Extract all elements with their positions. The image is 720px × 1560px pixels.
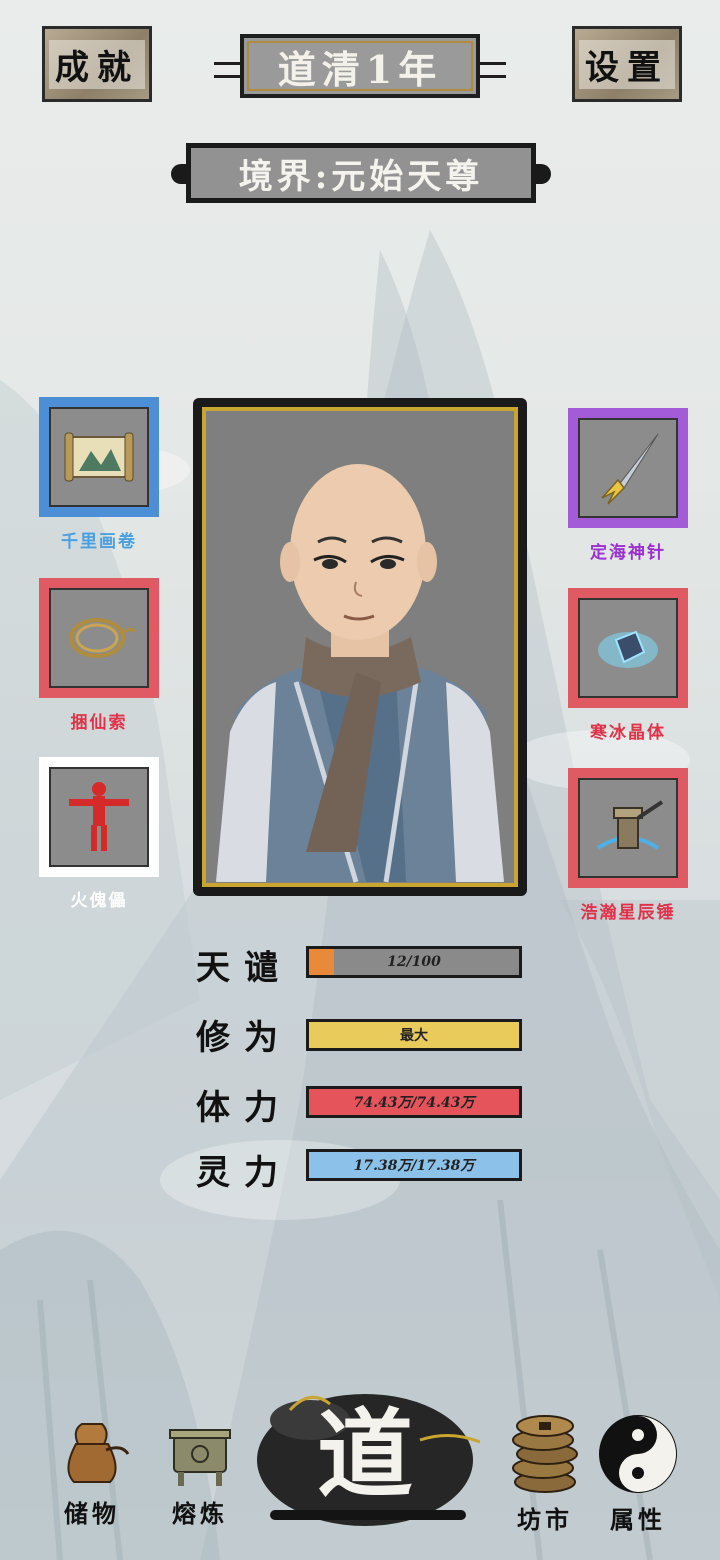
stat-bar-stamina: 74.43万/74.43万 [306,1086,522,1118]
coins-stack-icon [512,1415,578,1493]
realm-banner: 境界:元始天尊 [171,143,551,203]
character-portrait [202,407,518,887]
nav-market-label: 坊市 [517,1505,573,1534]
stat-name-stamina: 体力 [196,1088,292,1128]
equip-name-left-3: 火傀儡 [70,891,128,911]
year-banner: 道清1年 [214,34,506,98]
banner-right-ornament [476,62,506,78]
achievements-label: 成就 [49,39,145,89]
equip-name-left-2: 捆仙索 [70,713,128,733]
nav-market[interactable]: 坊市 [495,1408,595,1535]
settings-label: 设置 [579,39,675,89]
cauldron-icon [169,1429,231,1486]
equip-slot-left-3[interactable] [39,757,159,877]
equip-slot-left-1-inner [49,407,149,507]
equip-slot-left-2-inner [49,588,149,688]
monk-character-illustration [216,464,504,883]
nav-center-dao[interactable]: 道 [250,1380,481,1530]
fire-puppet-icon [69,782,129,851]
equip-slot-left-1[interactable] [39,397,159,517]
settings-button[interactable]: 设置 [572,26,682,102]
character-portrait-frame[interactable] [193,398,527,896]
equip-slot-right-2-inner [578,598,678,698]
stat-name-spirit: 灵力 [196,1153,292,1193]
game-screen: 成就 设置 道清1年 境界:元始天尊 千里画卷 捆仙索 火傀儡 定海神针 寒冰晶… [0,0,720,1560]
banner-left-ornament [214,62,244,78]
equip-slot-left-2[interactable] [39,578,159,698]
equip-slot-right-1-inner [578,418,678,518]
nav-storage-label: 储物 [64,1499,120,1528]
equip-slot-right-1[interactable] [568,408,688,528]
achievements-button[interactable]: 成就 [42,26,152,102]
nav-attributes[interactable]: 属性 [588,1412,688,1535]
equip-name-left-1: 千里画卷 [61,532,137,552]
equip-name-right-1: 定海神针 [590,543,666,563]
stat-value-cultivation: 最大 [400,1028,428,1044]
stat-value-spirit: 17.38万/17.38万 [353,1158,475,1174]
equip-slot-left-3-inner [49,767,149,867]
divine-needle-icon [601,433,659,505]
equip-name-right-3: 浩瀚星辰锤 [580,903,676,923]
yin-yang-icon [599,1415,677,1493]
stat-bar-cultivation: 最大 [306,1019,522,1051]
stat-fill-0 [309,949,335,975]
star-hammer-icon [596,800,664,850]
nav-center-label: 道 [317,1398,413,1511]
stat-bar-spirit: 17.38万/17.38万 [306,1149,522,1181]
stat-value-punishment: 12/100 [387,954,441,970]
nav-refine-label: 熔炼 [172,1499,228,1528]
storage-bag-icon [67,1423,130,1483]
year-label: 道清1年 [277,46,443,92]
nav-attributes-label: 属性 [610,1505,666,1534]
stat-name-punishment: 天谴 [196,948,292,988]
ice-crystal-icon [598,630,658,668]
scroll-painting-icon [64,432,134,482]
equip-slot-right-3-inner [578,778,678,878]
nav-refine[interactable]: 熔炼 [150,1414,250,1529]
rope-coil-icon [69,618,137,658]
equip-slot-right-3[interactable] [568,768,688,888]
equip-slot-right-2[interactable] [568,588,688,708]
stat-value-stamina: 74.43万/74.43万 [353,1095,475,1111]
nav-storage[interactable]: 储物 [42,1410,142,1529]
equip-name-right-2: 寒冰晶体 [590,723,666,743]
stat-name-cultivation: 修为 [196,1018,292,1058]
stat-bar-punishment: 12/100 [306,946,522,978]
realm-label: 境界:元始天尊 [238,156,484,197]
